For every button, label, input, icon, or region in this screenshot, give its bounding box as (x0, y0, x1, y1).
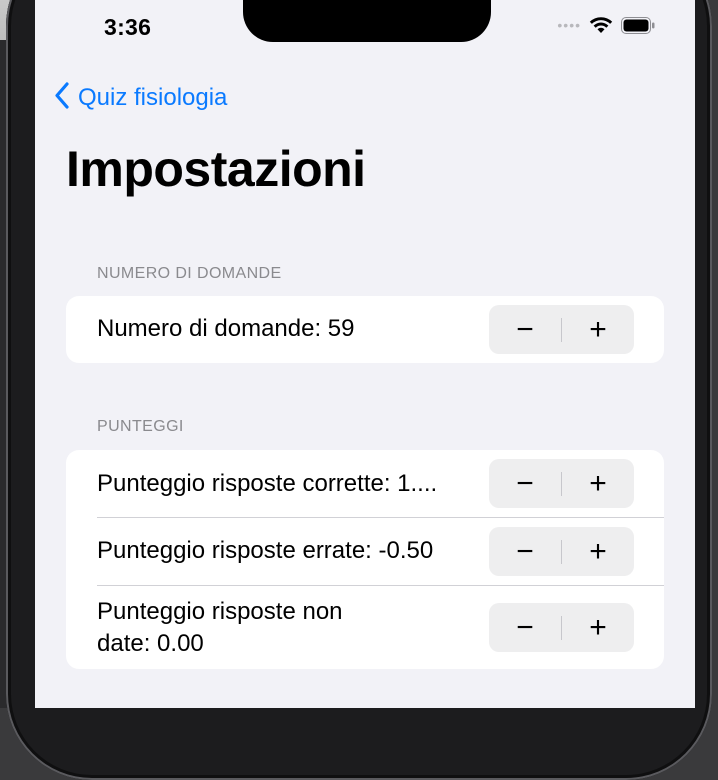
status-icons: •••• (557, 16, 655, 34)
wifi-icon (589, 16, 613, 34)
card-punteggi: Punteggio risposte corrette: 1.... − + P… (66, 450, 664, 669)
status-time: 3:36 (104, 14, 152, 40)
chevron-left-icon (54, 82, 70, 114)
settings-row: Numero di domande: 59 − + (66, 296, 664, 363)
decrement-button[interactable]: − (489, 527, 561, 576)
row-label-numero-domande: Numero di domande: 59 (97, 315, 355, 342)
row-label-risposte-non-date-line1: Punteggio risposte non (97, 598, 343, 625)
card-numero-domande: Numero di domande: 59 − + (66, 296, 664, 363)
row-label-risposte-corrette: Punteggio risposte corrette: 1.... (97, 470, 438, 497)
stepper-numero-domande: − + (489, 305, 634, 354)
signal-dots-icon: •••• (557, 17, 581, 33)
app-screen: 3:36 •••• Quiz fisiologia Impostazioni N… (35, 0, 695, 708)
increment-button[interactable]: + (562, 459, 634, 508)
increment-button[interactable]: + (562, 305, 634, 354)
settings-row: Punteggio risposte errate: -0.50 − + (66, 518, 664, 585)
decrement-button[interactable]: − (489, 305, 561, 354)
page-title: Impostazioni (66, 141, 366, 197)
stepper-risposte-corrette: − + (489, 459, 634, 508)
stepper-risposte-non-date: − + (489, 603, 634, 652)
section-header-punteggi: PUNTEGGI (97, 418, 184, 435)
stepper-risposte-errate: − + (489, 527, 634, 576)
back-button-label: Quiz fisiologia (78, 84, 228, 111)
settings-row: Punteggio risposte corrette: 1.... − + (66, 450, 664, 517)
row-label-risposte-errate: Punteggio risposte errate: -0.50 (97, 537, 434, 564)
increment-button[interactable]: + (562, 527, 634, 576)
back-button[interactable]: Quiz fisiologia (54, 82, 227, 114)
section-header-numero-domande: NUMERO DI DOMANDE (97, 265, 282, 282)
decrement-button[interactable]: − (489, 459, 561, 508)
decrement-button[interactable]: − (489, 603, 561, 652)
increment-button[interactable]: + (562, 603, 634, 652)
settings-row: Punteggio risposte non date: 0.00 − + (66, 586, 664, 669)
row-label-risposte-non-date-line2: date: 0.00 (97, 630, 204, 657)
notch (243, 0, 491, 42)
battery-icon (621, 16, 655, 34)
